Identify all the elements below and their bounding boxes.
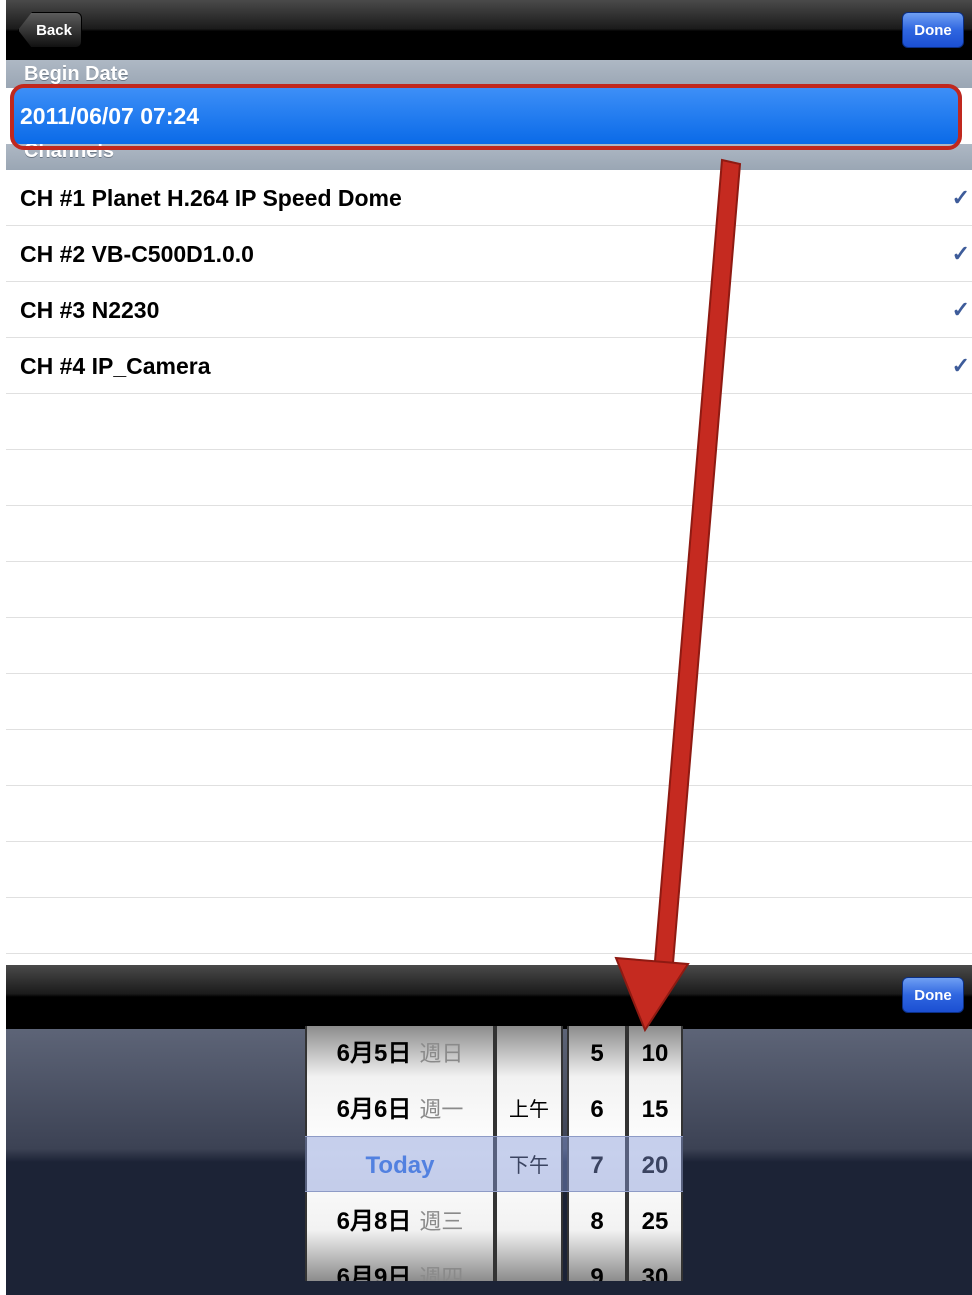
date-item: 6月9日 週四: [336, 1264, 464, 1281]
checkmark-icon: ✓: [951, 241, 970, 266]
checkmark-icon: ✓: [951, 185, 970, 210]
channel-row-2[interactable]: CH #2 VB-C500D1.0.0 ✓: [6, 226, 972, 282]
minute-item: 10: [641, 1040, 669, 1067]
channel-label: CH #1 Planet H.264 IP Speed Dome: [20, 185, 402, 211]
back-button[interactable]: Back: [18, 12, 82, 48]
annotation-highlight-box: [10, 84, 962, 150]
navigation-bar: Back Done: [6, 0, 972, 60]
empty-row: [6, 450, 972, 506]
channel-label: CH #2 VB-C500D1.0.0: [20, 241, 254, 267]
minute-item: 25: [641, 1208, 669, 1235]
empty-row: [6, 898, 972, 954]
minute-item: 30: [641, 1264, 669, 1281]
minute-item: 15: [641, 1096, 669, 1123]
empty-row: [6, 506, 972, 562]
date-item: 6月5日 週日: [336, 1040, 464, 1067]
date-item: 6月8日 週三: [336, 1208, 464, 1235]
channel-row-3[interactable]: CH #3 N2230 ✓: [6, 282, 972, 338]
checkmark-icon: ✓: [951, 297, 970, 322]
ampm-item: [497, 1026, 561, 1082]
empty-row: [6, 618, 972, 674]
ampm-item: [497, 1194, 561, 1250]
empty-row: [6, 674, 972, 730]
ampm-item: [497, 1250, 561, 1281]
checkmark-icon: ✓: [951, 353, 970, 378]
picker-selection-bar: [305, 1136, 683, 1192]
hour-item: 6: [590, 1096, 604, 1123]
channel-label: CH #4 IP_Camera: [20, 353, 211, 379]
hour-item: 5: [590, 1040, 604, 1067]
picker-done-button[interactable]: Done: [902, 977, 964, 1013]
empty-row: [6, 562, 972, 618]
ampm-item: 上午: [509, 1099, 549, 1121]
channel-row-4[interactable]: CH #4 IP_Camera ✓: [6, 338, 972, 394]
hour-item: 9: [590, 1264, 604, 1281]
date-item: 6月6日 週一: [336, 1096, 464, 1123]
channel-list: CH #1 Planet H.264 IP Speed Dome ✓ CH #2…: [6, 170, 972, 954]
channel-row-1[interactable]: CH #1 Planet H.264 IP Speed Dome ✓: [6, 170, 972, 226]
empty-row: [6, 842, 972, 898]
empty-row: [6, 394, 972, 450]
channel-label: CH #3 N2230: [20, 297, 160, 323]
picker-toolbar: Done: [6, 965, 972, 1029]
done-button[interactable]: Done: [902, 12, 964, 48]
hour-item: 8: [590, 1208, 604, 1235]
empty-row: [6, 786, 972, 842]
empty-row: [6, 730, 972, 786]
